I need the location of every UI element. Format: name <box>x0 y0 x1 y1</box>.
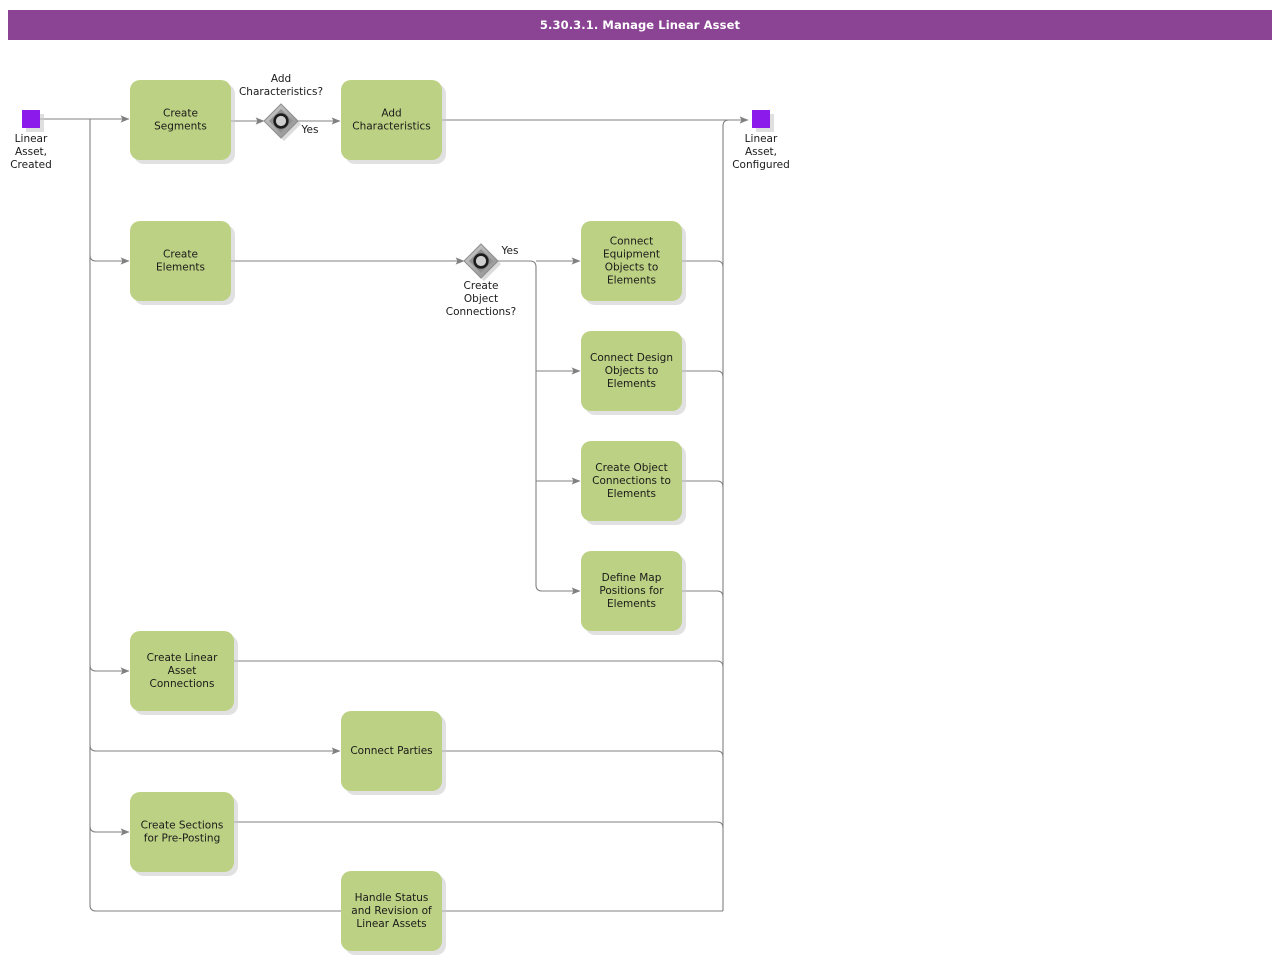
task-label: Elements <box>607 275 656 287</box>
connector-connect-parties-to-right-rail <box>442 750 724 758</box>
gateway-event-circle <box>473 253 489 269</box>
event-label: Linear <box>745 133 778 145</box>
task-label: Create Linear <box>147 652 219 664</box>
event-marker[interactable] <box>22 110 40 128</box>
task-create-object-connections-to-elements[interactable]: Create ObjectConnections toElements <box>581 441 686 525</box>
event-marker[interactable] <box>752 110 770 128</box>
task-label: Create Object <box>595 462 667 474</box>
task-label: Define Map <box>602 572 662 584</box>
task-connect-equipment-objects-to-elements[interactable]: ConnectEquipmentObjects toElements <box>581 221 686 305</box>
connector-rail-to-connect-parties <box>89 744 341 755</box>
task-label: Equipment <box>603 249 660 261</box>
task-label: Create <box>163 108 198 120</box>
edge-label-yes-create-object-connections: Yes <box>501 245 519 257</box>
connector-connect-equipment-to-right-rail <box>682 260 724 268</box>
task-label: Characteristics <box>352 121 431 133</box>
task-label: Elements <box>607 378 656 390</box>
gateway-label: Characteristics? <box>239 86 323 98</box>
task-label: Connect Parties <box>350 745 432 757</box>
task-label: Create <box>163 249 198 261</box>
task-add-characteristics[interactable]: AddCharacteristics <box>341 80 446 164</box>
task-label: Objects to <box>605 262 659 274</box>
task-label: Connect <box>610 236 653 248</box>
task-create-segments[interactable]: CreateSegments <box>130 80 235 164</box>
connector-rail-to-create-linear-asset-connections <box>89 664 130 675</box>
task-label: Connect Design <box>590 352 673 364</box>
task-label: Handle Status <box>355 892 429 904</box>
task-handle-status-and-revision-of-linear-assets[interactable]: Handle Statusand Revision ofLinear Asset… <box>341 871 446 955</box>
connector-define-map-positions-to-right-rail <box>682 590 724 598</box>
task-label: Elements <box>607 488 656 500</box>
gateway-label: Connections? <box>446 306 516 318</box>
task-create-linear-asset-connections[interactable]: Create LinearAssetConnections <box>130 631 238 715</box>
task-define-map-positions-for-elements[interactable]: Define MapPositions forElements <box>581 551 686 635</box>
event-label: Asset, <box>15 146 47 158</box>
task-label: Elements <box>607 598 656 610</box>
connector-connect-design-to-right-rail <box>682 370 724 378</box>
process-diagram-canvas: CreateSegmentsAddCharacteristicsCreateEl… <box>10 73 790 955</box>
task-label: Segments <box>154 121 207 133</box>
task-create-elements[interactable]: CreateElements <box>130 221 235 305</box>
edge-label-yes-add-characteristics: Yes <box>301 124 319 136</box>
event-label: Asset, <box>745 146 777 158</box>
end-event-linear-asset-configured[interactable]: LinearAsset,Configured <box>732 110 790 171</box>
task-connect-design-objects-to-elements[interactable]: Connect DesignObjects toElements <box>581 331 686 415</box>
task-create-sections-for-pre-posting[interactable]: Create Sectionsfor Pre-Posting <box>130 792 238 876</box>
connector-rail-to-create-elements <box>89 254 130 265</box>
task-label: Objects to <box>605 365 659 377</box>
task-label: Connections to <box>592 475 671 487</box>
connector-create-sections-to-right-rail <box>234 821 724 829</box>
connector-right-rail <box>722 119 745 911</box>
task-label: Create Sections <box>141 820 224 832</box>
connector-rail-to-create-sections <box>89 825 130 836</box>
task-label: Linear Assets <box>356 918 426 930</box>
task-label: Asset <box>168 665 197 677</box>
task-connect-parties[interactable]: Connect Parties <box>341 711 446 795</box>
connector-create-object-connections-to-right-rail <box>682 480 724 488</box>
event-label: Configured <box>732 159 790 171</box>
tasks-layer: CreateSegmentsAddCharacteristicsCreateEl… <box>130 80 686 955</box>
task-label: Positions for <box>599 585 664 597</box>
gateway-label: Add <box>271 73 291 85</box>
task-label: Add <box>381 108 401 120</box>
task-label: and Revision of <box>351 905 432 917</box>
task-label: Elements <box>156 262 205 274</box>
gateway-label: Create <box>464 280 499 292</box>
event-label: Created <box>10 159 52 171</box>
task-label: Connections <box>150 678 215 690</box>
task-label: for Pre-Posting <box>144 833 220 845</box>
connector-create-linear-asset-connections-to-right-rail <box>234 660 724 668</box>
gateway-event-circle <box>273 113 289 129</box>
gateway-label: Object <box>464 293 498 305</box>
event-label: Linear <box>15 133 48 145</box>
